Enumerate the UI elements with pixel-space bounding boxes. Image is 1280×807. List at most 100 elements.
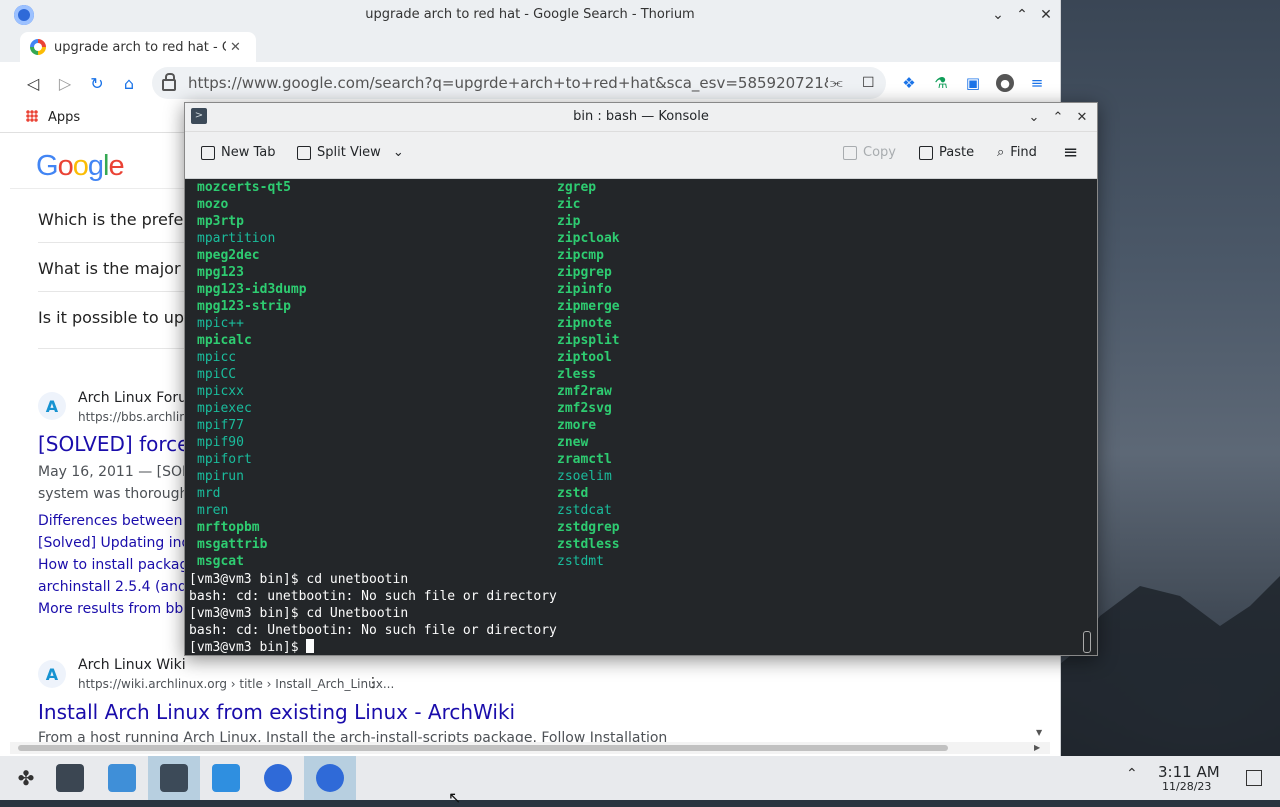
terminal-line: bash: cd: unetbootin: No such file or di… [189,589,557,604]
discover-store-icon[interactable] [96,756,148,800]
split-view-button[interactable]: Split View ⌄ [297,145,404,160]
terminal-output[interactable]: mozcerts-qt5 mozo mp3rtp mpartition mpeg2dec… [185,179,1097,655]
result-site-url[interactable]: https://wiki.archlinux.org › title › Ins… [78,677,394,691]
terminal-line: bash: cd: Unetbootin: No such file or di… [189,623,557,638]
thorium-browser-icon[interactable] [252,756,304,800]
maximize-icon[interactable]: ⌃ [1049,108,1067,126]
extensions-puzzle-icon[interactable]: ❖ [900,74,918,92]
file-entry: msgattrib [197,537,268,552]
hamburger-menu-icon[interactable]: ≡ [1063,142,1078,163]
result-site-name: Arch Linux Wiki [78,657,186,673]
result-options-icon[interactable]: ⋮ [366,675,380,691]
file-manager-icon[interactable] [200,756,252,800]
new-tab-button[interactable]: New Tab [201,145,276,160]
result-snippet: system was thoroughly [38,486,201,502]
file-entry: zmf2raw [557,384,612,399]
file-entry: mp3rtp [197,214,244,229]
result-sublink[interactable]: [Solved] Updating indiv [38,535,203,551]
new-tab-icon [201,145,215,160]
text-cursor [306,639,315,653]
tab-strip: upgrade arch to red hat - Go ✕ + ⌄ [0,30,1060,88]
result-title-link[interactable]: Install Arch Linux from existing Linux -… [38,700,515,724]
sidepanel-icon[interactable]: ▣ [964,74,982,92]
mouse-pointer-icon: ↖ [448,788,462,807]
file-entry: mpiexec [197,401,252,416]
file-entry: zstdless [557,537,620,552]
scrollbar-thumb[interactable] [18,745,948,751]
paste-button[interactable]: Paste [919,145,974,160]
apps-grid-icon[interactable] [26,110,38,122]
file-entry: zipnote [557,316,612,331]
show-desktop-icon[interactable] [1246,770,1262,786]
thorium-browser-active-icon[interactable] [304,756,356,800]
file-entry: mozcerts-qt5 [197,180,291,195]
result-sublink[interactable]: How to install package [38,557,197,573]
terminal-line: [vm3@vm3 bin]$ cd unetbootin [189,572,409,587]
browser-window-title: upgrade arch to red hat - Google Search … [365,7,695,22]
tab-google-search[interactable]: upgrade arch to red hat - Go ✕ [20,32,256,62]
file-entry: mpg123-strip [197,299,291,314]
profile-avatar-icon[interactable]: ● [996,74,1014,92]
result-title-link[interactable]: [SOLVED] force [38,432,189,456]
paa-divider [38,348,198,349]
chevron-down-icon: ⌄ [392,145,404,160]
konsole-taskbar-icon[interactable] [148,756,200,800]
tab-close-icon[interactable]: ✕ [230,40,241,55]
file-entry: zipinfo [557,282,612,297]
taskbar: ✤ [0,756,1280,800]
find-button[interactable]: ⌕ Find [997,145,1037,160]
scroll-right-arrow-icon[interactable]: ▶ [1034,743,1040,752]
logo-letter: G [36,150,59,182]
file-entry: zmore [557,418,597,433]
file-entry: mpic++ [197,316,244,331]
maximize-icon[interactable]: ⌃ [1012,5,1032,25]
file-entry: zstdcat [557,503,612,518]
apps-bookmark[interactable]: Apps [48,110,80,125]
result-sublink[interactable]: archinstall 2.5.4 (and 2. [38,579,205,595]
copy-button[interactable]: Copy [843,145,896,160]
file-entry: zstdgrep [557,520,620,535]
clock-date[interactable]: 11/28/23 [1162,780,1211,793]
back-icon[interactable]: ◁ [22,72,44,94]
system-settings-icon[interactable] [44,756,96,800]
browser-titlebar: upgrade arch to red hat - Google Search … [0,0,1060,30]
scroll-down-arrow-icon[interactable]: ▼ [1036,728,1042,737]
paa-divider [38,291,198,292]
system-tray-expand-icon[interactable]: ⌃ [1126,766,1138,782]
forward-icon[interactable]: ▷ [54,72,76,94]
current-prompt-line[interactable]: [vm3@vm3 bin]$ [189,639,557,656]
paa-question[interactable]: Is it possible to upgr [38,308,201,327]
google-logo[interactable]: Google [36,150,125,183]
file-entry: mpeg2dec [197,248,260,263]
home-icon[interactable]: ⌂ [118,72,140,94]
lock-icon[interactable] [162,73,176,91]
result-site-url[interactable]: https://bbs.archlinux [78,410,202,424]
result-sublink[interactable]: More results from bbs.a [38,601,204,617]
search-icon: ⌕ [997,145,1005,160]
listing-column-right: zgrep zic zip zipcloak zipcmp zipgrep zipinfo z… [557,179,620,570]
clock-time[interactable]: 3:11 AM [1158,763,1220,781]
prompt-text: [vm3@vm3 bin]$ [189,640,307,655]
file-entry: mrd [197,486,221,501]
arch-logo-icon: A [38,392,66,420]
minimize-icon[interactable]: ⌄ [1025,108,1043,126]
share-icon[interactable]: ⫘ [830,75,843,91]
file-entry: mozo [197,197,229,212]
horizontal-scrollbar[interactable]: ▶ [10,742,1050,754]
reload-icon[interactable]: ↻ [86,72,108,94]
close-icon[interactable]: ✕ [1036,5,1056,25]
minimize-icon[interactable]: ⌄ [988,5,1008,25]
bookmark-icon[interactable]: ☐ [862,75,875,91]
paa-question[interactable]: What is the major di [38,259,200,278]
address-bar[interactable]: https://www.google.com/search?q=upgrde+a… [152,67,886,99]
result-site-name: Arch Linux Forum [78,390,201,406]
close-icon[interactable]: ✕ [1073,108,1091,126]
result-sublink[interactable]: Differences between Ar [38,513,202,529]
url-text[interactable]: https://www.google.com/search?q=upgrde+a… [188,74,828,92]
file-entry: zramctl [557,452,612,467]
terminal-scrollbar[interactable] [1083,631,1091,653]
terminal-line: [vm3@vm3 bin]$ cd Unetbootin [189,606,409,621]
menu-icon[interactable]: ≡ [1028,74,1046,92]
paa-question[interactable]: Which is the preferre [38,210,206,229]
flask-icon[interactable]: ⚗ [932,74,950,92]
